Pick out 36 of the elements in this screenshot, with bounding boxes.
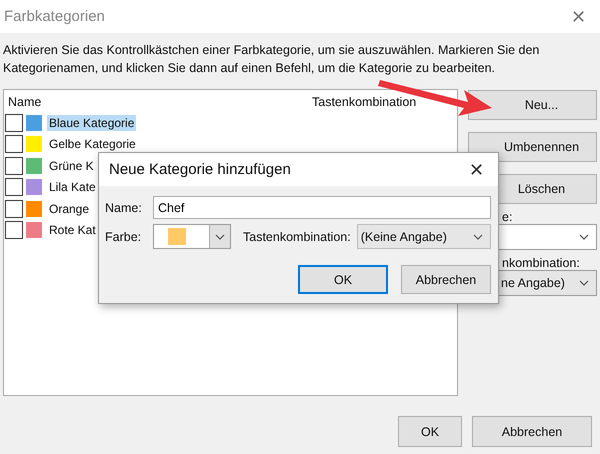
dialog-button[interactable]: Abbrechen <box>472 416 592 447</box>
chevron-down-icon <box>473 234 483 240</box>
category-name[interactable]: Gelbe Kategorie <box>47 136 138 152</box>
dialog-button[interactable]: OK <box>398 416 462 447</box>
category-name[interactable]: Orange <box>47 200 92 217</box>
side-button[interactable]: Neu... <box>468 90 597 120</box>
checkbox[interactable] <box>5 156 23 175</box>
dialog-button[interactable]: Abbrechen <box>401 265 491 294</box>
instruction-text: Aktivieren Sie das Kontrollkästchen einer Farbkategorie, um sie auszuwählen. Markieren Sie den Kategorienamen, und klicken Sie dann auf einen Befehl, um die Kategorie zu bearbeiten. <box>3 42 540 77</box>
side-button[interactable]: Umbenennen <box>468 132 597 162</box>
chevron-down-icon <box>215 234 225 240</box>
category-name[interactable]: Rote Kat <box>47 222 98 238</box>
window-title: Farbkategorien <box>4 8 105 25</box>
checkbox[interactable] <box>5 114 23 132</box>
field-label: Tastenkombination: <box>243 230 351 244</box>
field-label: Farbe: <box>105 230 142 244</box>
chevron-down-icon <box>579 280 589 286</box>
category-name[interactable]: Grüne K <box>47 158 96 174</box>
dialog-button[interactable]: OK <box>298 265 388 294</box>
close-button[interactable]: ✕ <box>567 6 590 28</box>
shortcut-dropdown[interactable]: (Keine Angabe) <box>356 224 491 249</box>
column-header: Name <box>7 95 42 109</box>
field-label: nkombination: <box>501 256 581 270</box>
category-name[interactable]: Lila Kate <box>47 179 98 196</box>
name-field[interactable]: Chef <box>153 196 491 219</box>
field-label: e: <box>501 210 514 224</box>
field-label: Name: <box>105 200 143 214</box>
checkbox[interactable] <box>5 178 23 196</box>
checkbox[interactable] <box>5 221 23 240</box>
chevron-down-icon <box>579 234 589 240</box>
checkbox[interactable] <box>5 135 23 154</box>
color-dropdown[interactable] <box>153 224 231 249</box>
dialog-title: Neue Kategorie hinzufügen <box>109 161 291 178</box>
column-header: Tastenkombination <box>312 95 416 109</box>
checkbox[interactable] <box>5 200 23 218</box>
category-name[interactable]: Blaue Kategorie <box>47 114 136 131</box>
